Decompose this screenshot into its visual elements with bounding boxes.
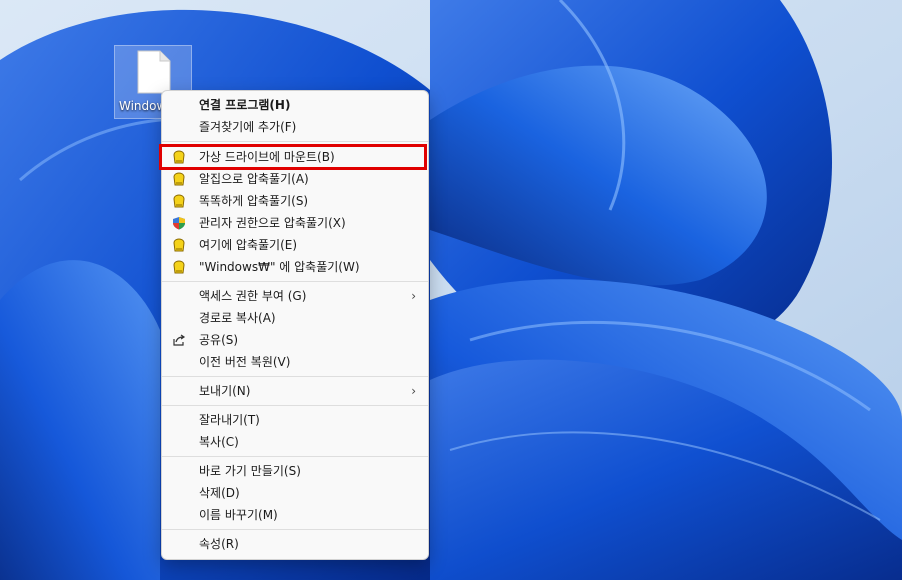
menu-item-delete[interactable]: 삭제(D) <box>162 482 428 504</box>
menu-item-label: 똑똑하게 압축풀기(S) <box>199 194 309 208</box>
menu-item-label: 삭제(D) <box>199 486 240 500</box>
menu-item-admin-extract[interactable]: 관리자 권한으로 압축풀기(X) <box>162 212 428 234</box>
bandizip-icon <box>173 172 185 186</box>
file-icon <box>137 50 171 94</box>
menu-item-label: 알집으로 압축풀기(A) <box>199 172 309 186</box>
menu-item-label: "Windows₩" 에 압축풀기(W) <box>199 260 360 274</box>
menu-separator <box>162 405 428 406</box>
menu-item-open-with[interactable]: 연결 프로그램(H) <box>162 94 428 116</box>
menu-item-label: 이름 바꾸기(M) <box>199 508 278 522</box>
menu-item-restore-previous[interactable]: 이전 버전 복원(V) <box>162 351 428 373</box>
bandizip-icon <box>173 238 185 252</box>
menu-separator <box>162 376 428 377</box>
menu-separator <box>162 281 428 282</box>
menu-item-copy[interactable]: 복사(C) <box>162 431 428 453</box>
menu-separator <box>162 529 428 530</box>
menu-item-copy-path[interactable]: 경로로 복사(A) <box>162 307 428 329</box>
menu-item-properties[interactable]: 속성(R) <box>162 533 428 555</box>
menu-separator <box>162 456 428 457</box>
menu-item-add-favorites[interactable]: 즐겨찾기에 추가(F) <box>162 116 428 138</box>
menu-item-cut[interactable]: 잘라내기(T) <box>162 409 428 431</box>
menu-item-send-to[interactable]: 보내기(N) › <box>162 380 428 402</box>
bandizip-icon <box>173 194 185 208</box>
menu-separator <box>162 141 428 142</box>
menu-item-extract-to-folder[interactable]: "Windows₩" 에 압축풀기(W) <box>162 256 428 278</box>
desktop-icon-label: Window <box>119 99 167 113</box>
chevron-right-icon: › <box>411 289 416 303</box>
menu-item-label: 연결 프로그램(H) <box>199 98 291 112</box>
menu-item-create-shortcut[interactable]: 바로 가기 만들기(S) <box>162 460 428 482</box>
menu-item-label: 관리자 권한으로 압축풀기(X) <box>199 216 346 230</box>
menu-item-rename[interactable]: 이름 바꾸기(M) <box>162 504 428 526</box>
menu-item-label: 이전 버전 복원(V) <box>199 355 291 369</box>
menu-item-label: 속성(R) <box>199 537 239 551</box>
menu-item-label: 공유(S) <box>199 333 239 347</box>
menu-item-extract-here[interactable]: 여기에 압축풀기(E) <box>162 234 428 256</box>
chevron-right-icon: › <box>411 384 416 398</box>
menu-item-grant-access[interactable]: 액세스 권한 부여 (G) › <box>162 285 428 307</box>
menu-item-label: 바로 가기 만들기(S) <box>199 464 301 478</box>
menu-item-share[interactable]: 공유(S) <box>162 329 428 351</box>
menu-item-extract-alzip[interactable]: 알집으로 압축풀기(A) <box>162 168 428 190</box>
bandizip-icon <box>173 260 185 274</box>
share-icon <box>173 334 186 346</box>
menu-item-label: 액세스 권한 부여 (G) <box>199 289 307 303</box>
menu-item-smart-extract[interactable]: 똑똑하게 압축풀기(S) <box>162 190 428 212</box>
shield-icon <box>173 217 185 230</box>
menu-item-label: 보내기(N) <box>199 384 251 398</box>
menu-item-label: 경로로 복사(A) <box>199 311 276 325</box>
highlight-box <box>159 144 427 170</box>
context-menu: 연결 프로그램(H) 즐겨찾기에 추가(F) 가상 드라이브에 마운트(B) 알… <box>159 90 429 560</box>
menu-item-label: 복사(C) <box>199 435 239 449</box>
menu-item-label: 잘라내기(T) <box>199 413 260 427</box>
menu-item-label: 즐겨찾기에 추가(F) <box>199 120 297 134</box>
menu-item-label: 여기에 압축풀기(E) <box>199 238 298 252</box>
